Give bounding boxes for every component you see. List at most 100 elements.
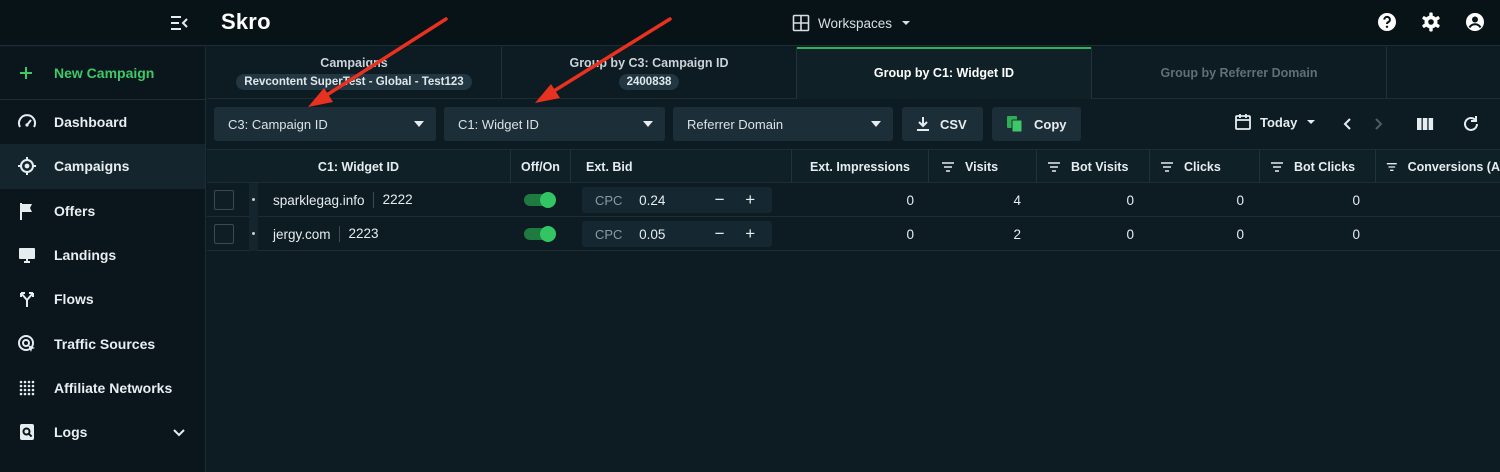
row-checkbox[interactable] xyxy=(214,224,234,244)
sidebar-item-campaigns[interactable]: Campaigns xyxy=(0,144,205,189)
row-drag-handle[interactable] xyxy=(249,183,258,217)
column-header-bot-visits[interactable]: Bot Visits xyxy=(1037,150,1150,183)
column-header-widget-id[interactable]: C1: Widget ID xyxy=(207,150,511,183)
app-logo[interactable]: Skro xyxy=(221,9,271,35)
column-header-visits[interactable]: Visits xyxy=(929,150,1037,183)
clicks-value: 0 xyxy=(1236,226,1244,242)
widget-id: 2223 xyxy=(338,226,379,242)
enabled-toggle[interactable] xyxy=(524,192,556,208)
workspaces-dropdown[interactable]: Workspaces xyxy=(792,11,912,35)
row-checkbox[interactable] xyxy=(214,190,234,210)
column-header-bot-clicks[interactable]: Bot Clicks xyxy=(1260,150,1376,183)
tab-group-by-widget-id[interactable]: Group by C1: Widget ID xyxy=(797,47,1092,99)
bid-value[interactable]: 0.24 xyxy=(639,193,711,208)
sidebar-item-label: Logs xyxy=(54,424,88,441)
bot-visits-value: 0 xyxy=(1126,192,1134,208)
tab-label: Campaigns xyxy=(320,56,388,70)
filter-icon xyxy=(1386,162,1397,171)
next-period-icon[interactable] xyxy=(1368,114,1388,134)
chevron-down-icon[interactable] xyxy=(171,424,187,440)
traffic-source-icon xyxy=(17,334,37,354)
widget-cell: sparklegag.info 2222 xyxy=(273,183,413,217)
tab-campaigns[interactable]: Campaigns Revcontent SuperTest - Global … xyxy=(207,47,502,99)
column-header-conversions[interactable]: Conversions (A xyxy=(1376,150,1500,183)
copy-icon xyxy=(1006,115,1024,133)
bid-editor: CPC 0.24 − + xyxy=(582,187,772,213)
enabled-toggle[interactable] xyxy=(524,226,556,242)
tab-group-by-campaign-id[interactable]: Group by C3: Campaign ID 2400838 xyxy=(502,47,797,99)
select-value: C3: Campaign ID xyxy=(228,116,328,132)
table-row[interactable]: sparklegag.info 2222 CPC 0.24 − + 0 4 0 … xyxy=(207,183,1500,217)
flag-icon xyxy=(17,201,37,221)
previous-period-icon[interactable] xyxy=(1338,114,1358,134)
refresh-icon[interactable] xyxy=(1461,114,1481,134)
group-by-level-2-select[interactable]: C1: Widget ID xyxy=(444,107,665,141)
tab-label: Group by C3: Campaign ID xyxy=(569,56,729,70)
date-range-label: Today xyxy=(1260,114,1298,130)
help-icon[interactable] xyxy=(1376,11,1398,33)
settings-gear-icon[interactable] xyxy=(1420,11,1442,33)
sidebar-item-offers[interactable]: Offers xyxy=(0,189,205,233)
monitor-icon xyxy=(17,245,37,265)
plus-icon[interactable]: + xyxy=(741,190,759,209)
clicks-value: 0 xyxy=(1236,192,1244,208)
column-header-label: Ext. Bid xyxy=(586,159,633,174)
bid-type: CPC xyxy=(595,226,623,242)
column-header-label: Bot Clicks xyxy=(1294,159,1356,174)
sidebar-item-label: Affiliate Networks xyxy=(54,379,173,396)
bid-editor: CPC 0.05 − + xyxy=(582,221,772,247)
copy-button[interactable]: Copy xyxy=(992,107,1081,141)
sidebar-item-landings[interactable]: Landings xyxy=(0,233,205,277)
column-header-label: Clicks xyxy=(1184,159,1221,174)
column-header-label: Visits xyxy=(965,159,999,174)
date-range-picker[interactable]: Today xyxy=(1234,113,1317,131)
grid-icon xyxy=(792,14,810,32)
minus-icon[interactable]: − xyxy=(711,190,729,209)
caret-down-icon xyxy=(1305,116,1317,128)
new-campaign-button[interactable]: New Campaign xyxy=(0,47,205,100)
visits-value: 4 xyxy=(1013,192,1021,208)
csv-export-button[interactable]: CSV xyxy=(902,107,983,141)
sidebar-item-label: Campaigns xyxy=(54,158,130,175)
referrer-domain: jergy.com xyxy=(273,226,331,242)
fork-icon xyxy=(17,289,37,309)
caret-down-icon xyxy=(643,121,653,127)
sidebar-item-label: Landings xyxy=(54,247,117,264)
new-campaign-label: New Campaign xyxy=(54,65,155,81)
sidebar-item-flows[interactable]: Flows xyxy=(0,277,205,321)
columns-icon[interactable] xyxy=(1415,114,1435,134)
column-header-off-on[interactable]: Off/On xyxy=(511,150,571,183)
copy-label: Copy xyxy=(1034,116,1067,132)
impressions-value: 0 xyxy=(906,192,914,208)
column-header-ext-impressions[interactable]: Ext. Impressions xyxy=(792,150,929,183)
row-drag-handle[interactable] xyxy=(249,217,258,251)
tab-group-by-referrer-domain[interactable]: Group by Referrer Domain xyxy=(1092,47,1387,99)
plus-icon[interactable]: + xyxy=(741,224,759,243)
top-bar: Skro Workspaces xyxy=(0,0,1500,46)
bot-visits-value: 0 xyxy=(1126,226,1134,242)
minus-icon[interactable]: − xyxy=(711,224,729,243)
sidebar-item-dashboard[interactable]: Dashboard xyxy=(0,100,205,144)
sidebar-item-label: Dashboard xyxy=(54,114,128,131)
sidebar-item-affiliate-networks[interactable]: Affiliate Networks xyxy=(0,366,205,410)
group-by-level-1-select[interactable]: C3: Campaign ID xyxy=(214,107,436,141)
sidebar-item-logs[interactable]: Logs xyxy=(0,410,205,454)
column-header-ext-bid[interactable]: Ext. Bid xyxy=(571,150,792,183)
bid-value[interactable]: 0.05 xyxy=(639,227,711,242)
target-icon xyxy=(17,156,37,176)
sidebar-item-traffic-sources[interactable]: Traffic Sources xyxy=(0,321,205,365)
column-header-clicks[interactable]: Clicks xyxy=(1150,150,1260,183)
bid-type: CPC xyxy=(595,192,623,208)
tab-label: Group by C1: Widget ID xyxy=(873,66,1015,80)
toolbar: C3: Campaign ID C1: Widget ID Referrer D… xyxy=(207,99,1500,149)
table-row[interactable]: jergy.com 2223 CPC 0.05 − + 0 2 0 0 0 xyxy=(207,217,1500,251)
account-avatar-icon[interactable] xyxy=(1464,11,1486,33)
speedometer-icon xyxy=(17,112,37,132)
collapse-sidebar-icon[interactable] xyxy=(168,12,190,34)
column-header-label: Ext. Impressions xyxy=(809,159,911,174)
widget-id: 2222 xyxy=(372,192,413,208)
group-by-level-3-select[interactable]: Referrer Domain xyxy=(673,107,893,141)
sidebar: New Campaign Dashboard Campaigns Offers … xyxy=(0,47,206,472)
caret-down-icon xyxy=(871,121,881,127)
filter-icon xyxy=(1161,161,1173,172)
